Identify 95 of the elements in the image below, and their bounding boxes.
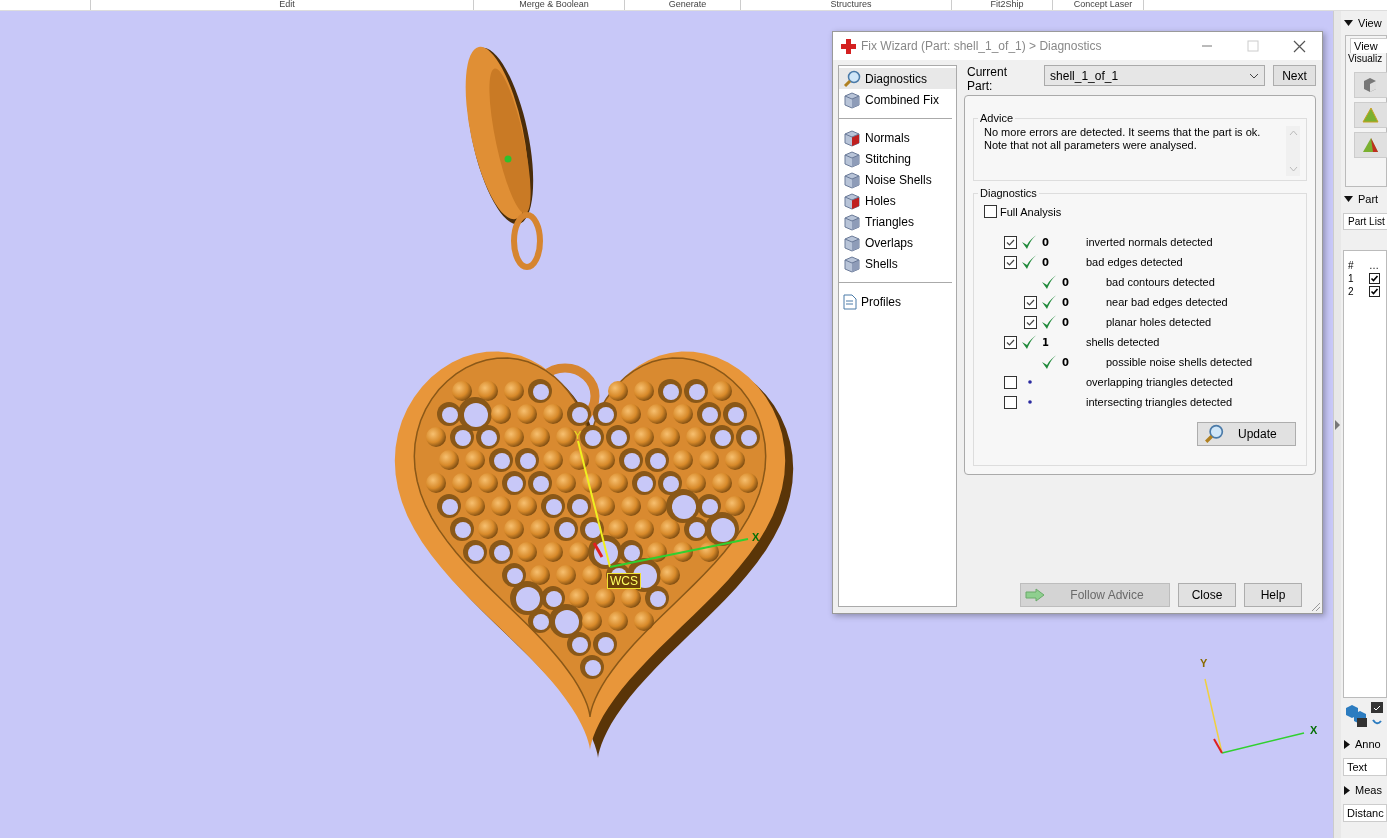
update-button[interactable]: Update xyxy=(1197,422,1296,446)
checkbox[interactable] xyxy=(1003,235,1017,249)
arrow-right-icon xyxy=(1025,588,1045,602)
cube-icon xyxy=(843,233,861,252)
axis-label: X xyxy=(1310,724,1318,736)
step-item[interactable]: Triangles xyxy=(839,211,956,232)
shaded-cube-icon[interactable] xyxy=(1354,72,1387,98)
menu-item[interactable]: Merge & Boolean xyxy=(473,0,624,10)
section-header[interactable]: Meas xyxy=(1341,778,1387,802)
step-item[interactable]: Shells xyxy=(839,253,956,274)
check-label: planar holes detected xyxy=(1106,316,1212,328)
checkbox[interactable] xyxy=(1369,272,1380,284)
step-item[interactable]: Profiles xyxy=(839,291,956,312)
checkbox[interactable] xyxy=(1003,395,1017,409)
column-header: # xyxy=(1347,260,1355,271)
cube-icon xyxy=(843,212,861,231)
cube-icon xyxy=(843,254,861,273)
section-header[interactable]: Part xyxy=(1341,187,1387,211)
search-icon xyxy=(1204,424,1224,444)
tab[interactable]: Text xyxy=(1343,758,1387,776)
count-value: 1 xyxy=(1042,336,1049,348)
checkbox[interactable] xyxy=(1003,335,1017,349)
count-value: 0 xyxy=(1042,256,1049,268)
3d-viewport[interactable] xyxy=(0,11,1333,838)
menu-item[interactable]: Fit2Ship xyxy=(951,0,1052,10)
axis-label: Y xyxy=(574,429,582,441)
search-icon xyxy=(843,69,861,88)
step-item[interactable]: Overlaps xyxy=(839,232,956,253)
tab[interactable]: Part List xyxy=(1343,213,1387,230)
check-label: intersecting triangles detected xyxy=(1086,396,1233,408)
resize-grip-icon[interactable] xyxy=(1311,602,1321,612)
caret-down-icon xyxy=(1344,20,1353,26)
next-button[interactable]: Next xyxy=(1273,65,1316,86)
check-label: overlapping triangles detected xyxy=(1086,376,1233,388)
dialog-button[interactable]: Close xyxy=(1178,583,1236,607)
cube-icon xyxy=(843,90,861,109)
cube-icon xyxy=(843,170,861,189)
caret-down-icon xyxy=(1344,196,1353,202)
advice-text: No more errors are detected. It seems that the part is ok. Note that not all parameters were analysed. xyxy=(984,126,1262,153)
check-label: bad edges detected xyxy=(1086,256,1183,268)
wcs-label: WCS xyxy=(607,573,641,589)
group-title: Diagnostics xyxy=(979,187,1038,199)
tab[interactable]: View xyxy=(1350,38,1387,53)
check-label: shells detected xyxy=(1086,336,1160,348)
section-header[interactable]: Anno xyxy=(1341,732,1387,756)
step-item[interactable]: Normals xyxy=(839,127,956,148)
tab[interactable]: Distanc xyxy=(1343,804,1387,822)
step-item[interactable]: Holes xyxy=(839,190,956,211)
step-item[interactable]: Stitching xyxy=(839,148,956,169)
checkbox-icon[interactable] xyxy=(1371,702,1383,726)
cube-icon xyxy=(843,149,861,168)
field-label: Current Part: xyxy=(967,65,1008,93)
checkbox[interactable] xyxy=(1369,285,1380,297)
count-value: 0 xyxy=(1062,356,1069,368)
table-cell-text: 2 xyxy=(1347,286,1355,297)
menu-item[interactable]: Structures xyxy=(740,0,951,10)
checkbox[interactable] xyxy=(1023,315,1037,329)
step-item[interactable]: Diagnostics xyxy=(839,68,956,89)
count-value: 0 xyxy=(1062,296,1069,308)
cube-icon xyxy=(843,191,861,210)
column-header: … xyxy=(1368,260,1380,271)
menu-item[interactable]: Generate xyxy=(624,0,740,10)
group-title: Visualiz xyxy=(1348,53,1384,64)
cubes-icon[interactable] xyxy=(1343,702,1369,728)
menu-item[interactable]: Edit xyxy=(90,0,473,10)
axis-label: Y xyxy=(1200,657,1208,669)
group-title: Advice xyxy=(979,112,1015,124)
z-axis xyxy=(592,542,604,558)
count-value: 0 xyxy=(1042,236,1049,248)
close-icon[interactable] xyxy=(1293,39,1306,53)
menu-item[interactable]: Concept Laser xyxy=(1052,0,1144,10)
check-label: bad contours detected xyxy=(1106,276,1215,288)
check-label: inverted normals detected xyxy=(1086,236,1213,248)
table-cell-text: 1 xyxy=(1347,273,1355,284)
checkbox[interactable] xyxy=(1003,375,1017,389)
step-item[interactable]: Noise Shells xyxy=(839,169,956,190)
check-label: possible noise shells detected xyxy=(1106,356,1253,368)
cube-icon xyxy=(843,128,861,147)
caret-right-icon xyxy=(1344,785,1350,795)
axis-label: X xyxy=(752,531,760,543)
dialog-button[interactable]: Help xyxy=(1244,583,1302,607)
step-item[interactable]: Combined Fix xyxy=(839,89,956,110)
chevron-down-icon xyxy=(1249,72,1259,79)
section-header[interactable]: View xyxy=(1341,11,1387,35)
part-dropdown[interactable]: shell_1_of_1 xyxy=(1044,65,1265,86)
document-icon xyxy=(843,293,857,310)
caret-right-icon xyxy=(1344,739,1350,749)
full-analysis-checkbox[interactable]: Full Analysis xyxy=(984,205,1300,218)
checkbox[interactable] xyxy=(1003,255,1017,269)
check-label: near bad edges detected xyxy=(1106,296,1228,308)
count-value: 0 xyxy=(1062,316,1069,328)
cross-icon xyxy=(841,38,856,54)
window-title: Fix Wizard (Part: shell_1_of_1) > Diagnostics xyxy=(861,39,1103,53)
checkbox[interactable] xyxy=(1023,295,1037,309)
count-value: 0 xyxy=(1062,276,1069,288)
